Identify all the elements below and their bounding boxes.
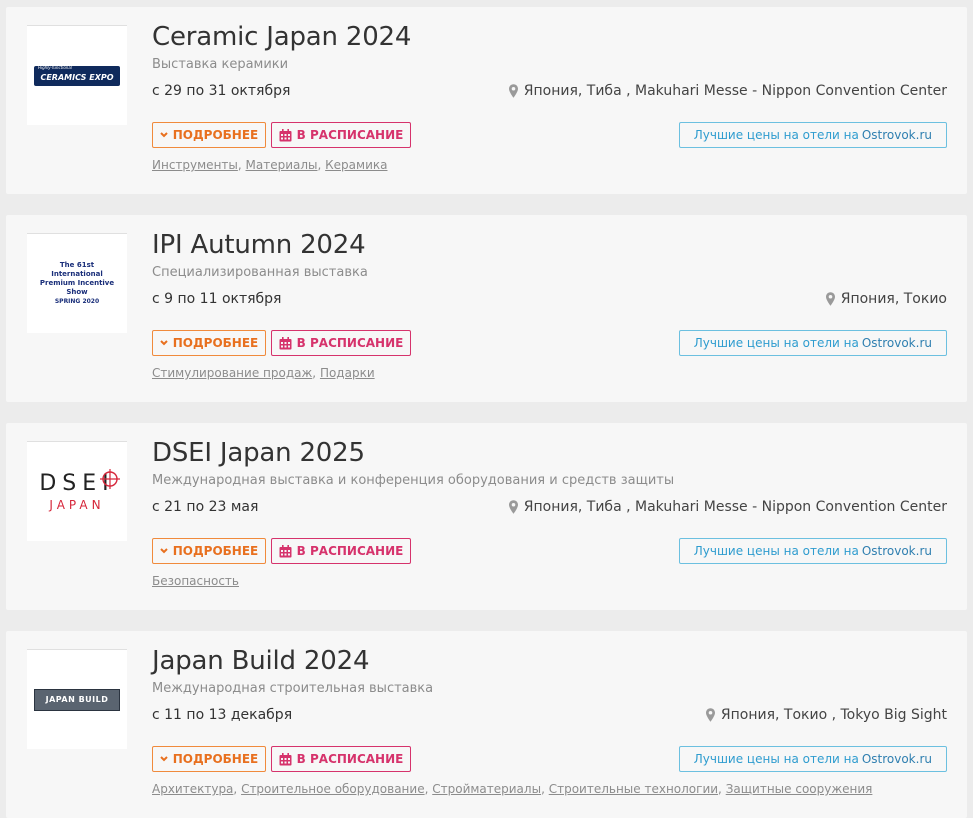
schedule-label: В РАСПИСАНИЕ	[296, 336, 404, 350]
event-tags: Стимулирование продаж, Подарки	[152, 366, 375, 380]
crosshair-icon	[100, 469, 120, 489]
more-button[interactable]: ПОДРОБНЕЕ	[152, 538, 266, 564]
logo-caption: Highly-functional	[38, 64, 72, 70]
logo-text: CERAMICS EXPO	[40, 73, 114, 82]
tag-link[interactable]: Безопасность	[152, 574, 239, 588]
event-location: Япония, Тиба , Makuhari Messe - Nippon C…	[508, 83, 947, 99]
hotel-prices-button[interactable]: Лучшие цены на отели на Ostrovok.ru	[678, 122, 947, 148]
hotel-text: Лучшие цены на отели на	[693, 752, 859, 766]
event-location: Япония, Токио , Tokyo Big Sight	[705, 707, 947, 723]
hotel-text: Лучшие цены на отели на	[693, 336, 859, 350]
event-card: JAPAN BUILD Japan Build 2024 Международн…	[6, 631, 967, 818]
more-label: ПОДРОБНЕЕ	[172, 752, 259, 766]
event-card: Highly-functional CERAMICS EXPO Ceramic …	[6, 7, 967, 194]
tag-link[interactable]: Стимулирование продаж	[152, 366, 312, 380]
calendar-icon	[279, 752, 292, 765]
event-tags: Инструменты, Материалы, Керамика	[152, 158, 388, 172]
tag-link[interactable]: Архитектура	[152, 782, 233, 796]
chevron-down-icon	[160, 132, 168, 138]
location-pin-icon	[705, 708, 715, 722]
tag-link[interactable]: Материалы	[246, 158, 318, 172]
more-label: ПОДРОБНЕЕ	[172, 336, 259, 350]
location-text: Япония, Тиба , Makuhari Messe - Nippon C…	[523, 499, 947, 515]
event-tags: Архитектура, Строительное оборудование, …	[152, 782, 873, 796]
location-text: Япония, Токио , Tokyo Big Sight	[720, 707, 947, 723]
hotel-prices-button[interactable]: Лучшие цены на отели на Ostrovok.ru	[678, 538, 947, 564]
more-button[interactable]: ПОДРОБНЕЕ	[152, 330, 266, 356]
tag-link[interactable]: Керамика	[325, 158, 387, 172]
calendar-icon	[279, 336, 292, 349]
add-to-schedule-button[interactable]: В РАСПИСАНИЕ	[271, 746, 411, 772]
chevron-down-icon	[160, 340, 168, 346]
logo-text: JAPAN BUILD	[45, 695, 109, 704]
hotel-prices-button[interactable]: Лучшие цены на отели на Ostrovok.ru	[678, 746, 947, 772]
location-text: Япония, Токио	[840, 291, 947, 307]
hotel-brand: Ostrovok.ru	[861, 336, 932, 350]
tag-link[interactable]: Подарки	[320, 366, 375, 380]
logo-caption: SPRING 2020	[54, 298, 100, 305]
schedule-label: В РАСПИСАНИЕ	[296, 128, 404, 142]
event-subtitle: Международная строительная выставка	[152, 681, 434, 696]
more-label: ПОДРОБНЕЕ	[172, 544, 259, 558]
ipi-logo: The 61st International Premium Incentive…	[33, 261, 121, 306]
event-dates: с 21 по 23 мая	[152, 499, 259, 515]
more-label: ПОДРОБНЕЕ	[172, 128, 259, 142]
location-pin-icon	[508, 84, 518, 98]
japan-build-logo: JAPAN BUILD	[34, 688, 120, 711]
tag-link[interactable]: Строительные технологии	[549, 782, 718, 796]
schedule-label: В РАСПИСАНИЕ	[296, 544, 404, 558]
hotel-text: Лучшие цены на отели на	[693, 128, 859, 142]
event-dates: с 29 по 31 октября	[152, 83, 291, 99]
event-card: The 61st International Premium Incentive…	[6, 215, 967, 402]
event-title[interactable]: IPI Autumn 2024	[152, 230, 366, 260]
event-location: Япония, Токио	[825, 291, 947, 307]
hotel-brand: Ostrovok.ru	[861, 544, 932, 558]
chevron-down-icon	[160, 548, 168, 554]
event-dates: с 11 по 13 декабря	[152, 707, 293, 723]
event-logo[interactable]: The 61st International Premium Incentive…	[27, 233, 127, 333]
event-logo[interactable]: JAPAN BUILD	[27, 649, 127, 749]
location-pin-icon	[508, 500, 518, 514]
hotel-brand: Ostrovok.ru	[861, 128, 932, 142]
add-to-schedule-button[interactable]: В РАСПИСАНИЕ	[271, 538, 411, 564]
event-title[interactable]: DSEI Japan 2025	[152, 438, 365, 468]
hotel-brand: Ostrovok.ru	[861, 752, 932, 766]
location-text: Япония, Тиба , Makuhari Messe - Nippon C…	[523, 83, 947, 99]
event-tags: Безопасность	[152, 574, 239, 588]
event-title[interactable]: Ceramic Japan 2024	[152, 22, 411, 52]
ceramics-expo-logo: Highly-functional CERAMICS EXPO	[34, 64, 120, 86]
hotel-prices-button[interactable]: Лучшие цены на отели на Ostrovok.ru	[678, 330, 947, 356]
event-location: Япония, Тиба , Makuhari Messe - Nippon C…	[508, 499, 947, 515]
event-logo[interactable]: Highly-functional CERAMICS EXPO	[27, 25, 127, 125]
tag-link[interactable]: Строительное оборудование	[241, 782, 425, 796]
more-button[interactable]: ПОДРОБНЕЕ	[152, 122, 266, 148]
add-to-schedule-button[interactable]: В РАСПИСАНИЕ	[271, 330, 411, 356]
location-pin-icon	[825, 292, 835, 306]
tag-link[interactable]: Стройматериалы	[432, 782, 541, 796]
chevron-down-icon	[160, 756, 168, 762]
event-subtitle: Международная выставка и конференция обо…	[152, 473, 675, 488]
schedule-label: В РАСПИСАНИЕ	[296, 752, 404, 766]
event-card: DSEI JAPAN DSEI Japan 2025 Международная…	[6, 423, 967, 610]
tag-link[interactable]: Защитные сооружения	[726, 782, 873, 796]
event-title[interactable]: Japan Build 2024	[152, 646, 369, 676]
calendar-icon	[279, 128, 292, 141]
event-subtitle: Специализированная выставка	[152, 265, 368, 280]
event-dates: с 9 по 11 октября	[152, 291, 282, 307]
add-to-schedule-button[interactable]: В РАСПИСАНИЕ	[271, 122, 411, 148]
logo-caption: JAPAN	[49, 498, 105, 512]
event-subtitle: Выставка керамики	[152, 57, 289, 72]
calendar-icon	[279, 544, 292, 557]
hotel-text: Лучшие цены на отели на	[693, 544, 859, 558]
event-logo[interactable]: DSEI JAPAN	[27, 441, 127, 541]
dsei-logo: DSEI JAPAN	[32, 469, 122, 512]
more-button[interactable]: ПОДРОБНЕЕ	[152, 746, 266, 772]
tag-link[interactable]: Инструменты	[152, 158, 238, 172]
logo-text: The 61st International Premium Incentive…	[39, 261, 115, 296]
